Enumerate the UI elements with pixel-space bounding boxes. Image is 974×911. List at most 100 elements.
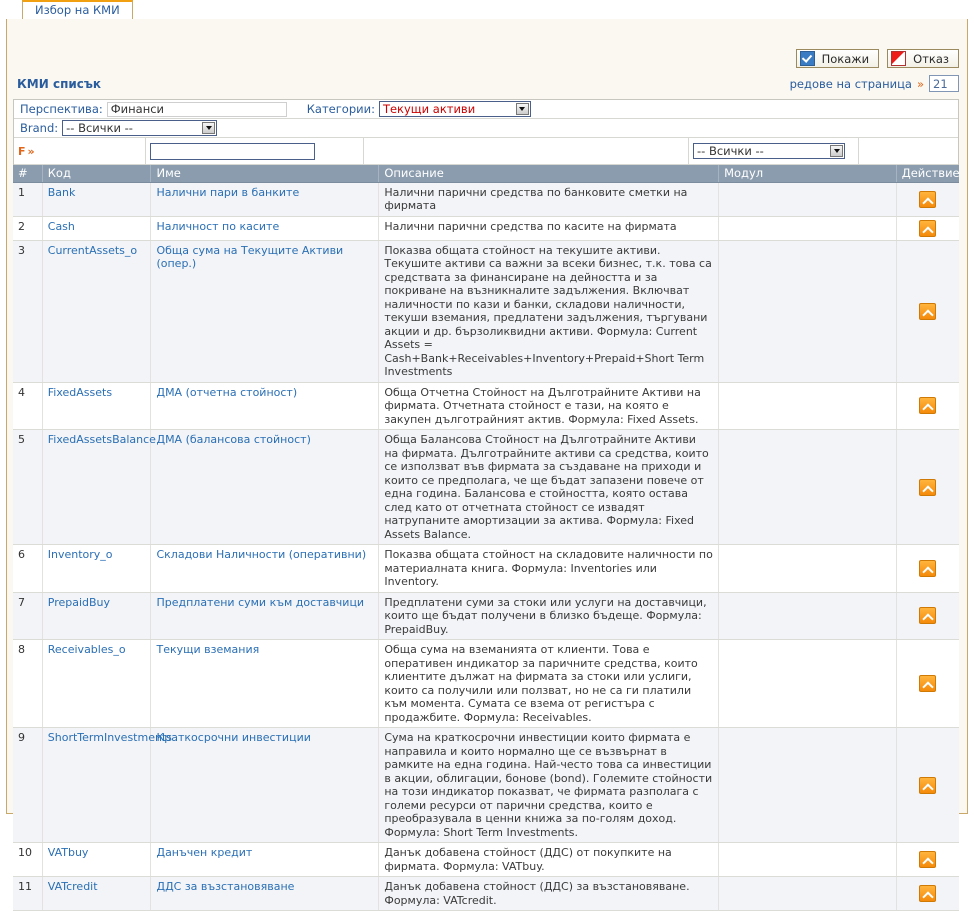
table-row[interactable]: 5 FixedAssetsBalance ДМА (балансова стойно… [13, 429, 959, 545]
page-title: КМИ списък [17, 77, 102, 91]
table-row[interactable]: 8 Receivables_o Текущи вземания Обща сума н… [13, 639, 959, 728]
table-head: # Код Име Описание Модул Действие [13, 165, 960, 183]
cell-module [718, 842, 897, 877]
cancel-button[interactable]: Отказ [887, 49, 959, 68]
cell-num: 6 [13, 544, 43, 593]
rows-per-page-input[interactable] [929, 75, 959, 92]
expand-up-icon[interactable] [919, 478, 937, 496]
table-row[interactable]: 1 Bank Налични пари в банките Налични парич… [13, 182, 959, 217]
expand-up-icon[interactable] [919, 607, 937, 625]
title-row: КМИ списък редове на страница » [13, 75, 959, 99]
name-link[interactable]: Наличност по касите [156, 220, 279, 233]
action-cell-wrap [902, 776, 954, 794]
category-label: Категории: [306, 102, 375, 116]
table-row[interactable]: 2 Cash Наличност по касите Налични парични … [13, 216, 959, 241]
column-header-code[interactable]: Код [42, 165, 152, 183]
cell-num: 5 [13, 429, 43, 545]
name-link[interactable]: ДДС за възстановяване [156, 880, 294, 893]
table-row[interactable]: 3 CurrentAssets_o Обща сума на Текущите Ак… [13, 240, 959, 383]
column-header-num[interactable]: # [13, 165, 43, 183]
cell-code: Receivables_o [42, 639, 152, 728]
table-row[interactable]: 11 VATcredit ДДС за възстановяване Данък до… [13, 876, 959, 911]
cell-name: Предплатени суми към доставчици [150, 592, 380, 640]
name-link[interactable]: Складови Наличности (оперативни) [156, 548, 366, 561]
brand-select[interactable]: -- Всички -- [62, 120, 218, 136]
name-link[interactable]: ДМА (отчетна стойност) [156, 386, 297, 399]
table-row[interactable]: 4 FixedAssets ДМА (отчетна стойност) Обща О… [13, 382, 959, 430]
code-link[interactable]: Receivables_o [48, 643, 126, 656]
code-link[interactable]: Inventory_o [48, 548, 113, 561]
table-row[interactable]: 9 ShortTermInvestments Краткосрочни инвест… [13, 727, 959, 843]
description-text: Данък добавена стойност (ДДС) от покупки… [384, 846, 672, 873]
code-link[interactable]: VATbuy [48, 846, 89, 859]
cell-name: ДМА (балансова стойност) [150, 429, 380, 545]
code-link[interactable]: ShortTermInvestments [48, 731, 172, 744]
code-link[interactable]: CurrentAssets_o [48, 244, 137, 257]
name-link[interactable]: Данъчен кредит [156, 846, 252, 859]
cell-description: Обща сума на вземанията от клиенти. Това… [378, 639, 720, 728]
action-cell-wrap [902, 559, 954, 577]
expand-up-icon[interactable] [919, 219, 937, 237]
cell-name: ДДС за възстановяване [150, 876, 380, 911]
cell-code: ShortTermInvestments [42, 727, 172, 843]
page-frame: Покажи Отказ КМИ списък редове на страни… [6, 19, 968, 911]
name-link[interactable]: Налични пари в банките [156, 186, 299, 199]
column-filter-row: F » -- Всички -- [14, 138, 958, 165]
module-filter-select[interactable]: -- Всички -- [693, 143, 845, 159]
code-link[interactable]: PrepaidBuy [48, 596, 110, 609]
expand-up-icon[interactable] [919, 559, 937, 577]
column-header-module[interactable]: Модул [718, 165, 897, 183]
name-link[interactable]: Обща сума на Текущите Активи (опер.) [156, 244, 343, 271]
column-header-description[interactable]: Описание [378, 165, 720, 183]
cell-module [718, 592, 897, 640]
expand-up-icon[interactable] [919, 675, 937, 692]
rows-per-page-control: редове на страница » [790, 75, 959, 92]
code-link[interactable]: FixedAssetsBalance [48, 433, 156, 446]
filter-cell-module: -- Всички -- [689, 138, 859, 164]
table-row[interactable]: 7 PrepaidBuy Предплатени суми към доставчи… [13, 592, 959, 640]
rows-per-page-label[interactable]: редове на страница [790, 77, 912, 91]
description-text: Показва общата стойност на текушите акти… [384, 243, 712, 379]
cell-module [718, 544, 897, 593]
action-cell-wrap [902, 219, 954, 237]
table-row[interactable]: 10 VATbuy Данъчен кредит Данък добавена сто… [13, 842, 959, 877]
action-cell-wrap [902, 885, 954, 902]
name-link[interactable]: Предплатени суми към доставчици [156, 596, 364, 609]
cell-description: Показва общата стойност на текушите акти… [378, 240, 720, 383]
description-text: Обща сума на вземанията от клиенти. Това… [384, 643, 698, 724]
expand-up-icon[interactable] [919, 885, 937, 902]
table-header-row: # Код Име Описание Модул Действие [13, 165, 960, 183]
filter-row-brand: Brand: -- Всички -- [14, 119, 958, 138]
page-content: Покажи Отказ КМИ списък редове на страни… [7, 19, 967, 911]
code-link[interactable]: Bank [48, 186, 76, 199]
name-link[interactable]: Текущи вземания [156, 643, 259, 656]
category-select[interactable]: Текущи активи [378, 101, 531, 117]
code-link[interactable]: Cash [48, 220, 75, 233]
cell-module [718, 876, 897, 911]
perspective-input[interactable] [106, 101, 287, 117]
show-button[interactable]: Покажи [795, 49, 880, 68]
table-row[interactable]: 6 Inventory_o Складови Наличности (операти… [13, 544, 959, 593]
filter-cell-code [42, 138, 146, 164]
expand-up-icon[interactable] [919, 302, 937, 320]
code-link[interactable]: VATcredit [48, 880, 98, 893]
action-cell-wrap [902, 302, 954, 320]
name-link[interactable]: Краткосрочни инвестиции [156, 731, 310, 744]
cell-action [896, 544, 959, 593]
tab-kmi-selection[interactable]: Избор на КМИ [22, 0, 133, 19]
expand-up-icon[interactable] [919, 851, 937, 868]
description-text: Обща Балансова Стойност на Дълготрайните… [384, 433, 709, 541]
column-header-action[interactable]: Действие [896, 165, 960, 183]
cell-code: Bank [42, 182, 152, 217]
filter-cell-action [859, 138, 919, 164]
name-search-input[interactable] [150, 142, 315, 160]
expand-up-icon[interactable] [919, 190, 937, 208]
action-buttons: Покажи Отказ [795, 49, 959, 68]
name-link[interactable]: ДМА (балансова стойност) [156, 433, 310, 446]
expand-up-icon[interactable] [919, 776, 937, 794]
expand-up-icon[interactable] [919, 397, 937, 415]
description-text: Данък добавена стойност (ДДС) за възстан… [384, 880, 690, 907]
cell-action [896, 592, 959, 640]
code-link[interactable]: FixedAssets [48, 386, 112, 399]
column-header-name[interactable]: Име [150, 165, 380, 183]
